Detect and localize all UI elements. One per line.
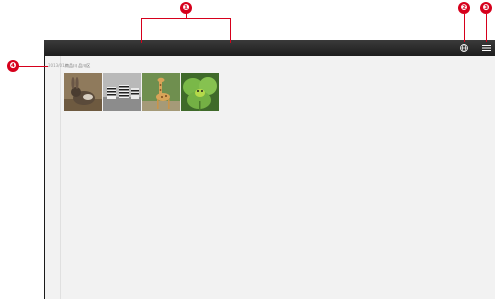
- callout-2: ❷: [458, 2, 470, 14]
- menu-icon[interactable]: [482, 44, 491, 52]
- globe-icon[interactable]: [460, 44, 468, 52]
- callout-2-line: [464, 14, 465, 42]
- group-date-label: 2013/01/: [48, 63, 66, 68]
- thumbnail-zebras[interactable]: [103, 73, 141, 111]
- thumbnail-rabbit[interactable]: [64, 73, 102, 111]
- thumbnail-giraffe[interactable]: [142, 73, 180, 111]
- tab-photos[interactable]: 写真: [134, 3, 146, 11]
- top-bar: [44, 40, 495, 56]
- thumbnail-row: [64, 73, 220, 111]
- callout-3: ❸: [480, 2, 492, 14]
- callout-3-line: [486, 14, 487, 42]
- thumbnail-frog[interactable]: [181, 73, 219, 111]
- tab-albums[interactable]: アルバム: [217, 3, 241, 11]
- callout-1: ❶: [180, 2, 192, 14]
- group-location-label: 南品川 品川区: [65, 63, 91, 68]
- callout-4: ❹: [7, 60, 19, 72]
- callout-1-line-right: [230, 18, 231, 43]
- tab-selected-indicator: [139, 13, 141, 15]
- callout-4-line: [18, 66, 48, 67]
- left-divider: [60, 56, 61, 299]
- callout-1-line-left: [141, 18, 142, 43]
